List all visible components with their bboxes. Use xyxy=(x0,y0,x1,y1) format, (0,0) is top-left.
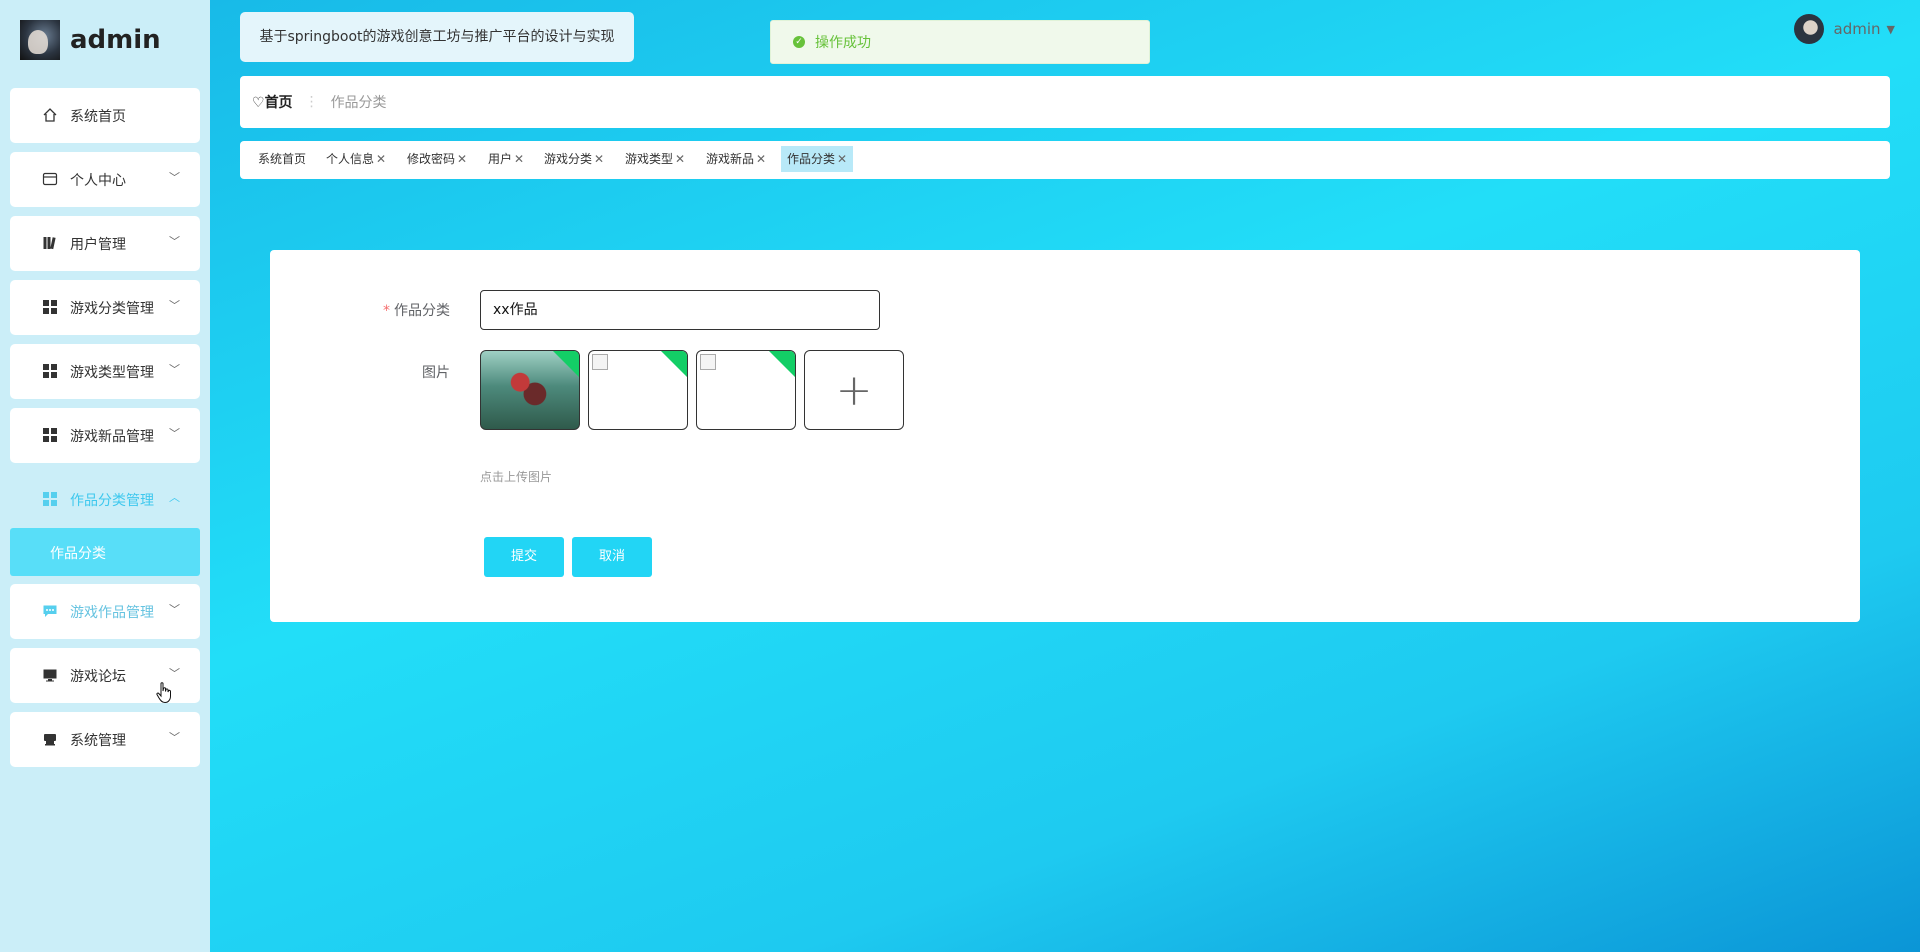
heart-icon: ♡ xyxy=(252,95,265,111)
submit-button[interactable]: 提交 xyxy=(484,537,564,577)
books-icon xyxy=(42,235,58,251)
uploaded-check-icon xyxy=(552,351,579,378)
app-title: 基于springboot的游戏创意工坊与推广平台的设计与实现 xyxy=(240,12,634,62)
hand-cursor-icon xyxy=(156,682,171,704)
sidebar-item-system-home[interactable]: 系统首页 xyxy=(10,88,200,143)
chat-icon xyxy=(42,603,58,619)
chevron-down-icon: ﹀ xyxy=(169,731,180,744)
avatar xyxy=(1793,14,1824,44)
sidebar-subitem-label: 作品分类 xyxy=(50,546,106,562)
tab-system-home[interactable]: 系统首页 xyxy=(252,146,312,172)
caret-down-icon: ▼ xyxy=(1886,22,1895,36)
tab-new-games[interactable]: 游戏新品 ✕ xyxy=(700,146,772,172)
breadcrumb-current: 作品分类 xyxy=(330,95,387,111)
sidebar-item-label: 游戏作品管理 xyxy=(70,605,154,621)
sidebar: admin 系统首页 个人中心 ﹀ 用户管理 ﹀ 游戏分类管理 ﹀ 游戏类型管理… xyxy=(0,0,210,952)
sidebar-item-label: 系统管理 xyxy=(70,733,126,749)
close-icon[interactable]: ✕ xyxy=(675,152,685,166)
card-icon xyxy=(42,171,58,187)
grid-icon xyxy=(42,491,58,507)
chevron-down-icon: ﹀ xyxy=(169,171,180,184)
sidebar-item-label: 用户管理 xyxy=(70,237,126,253)
breadcrumb: ♡首页 ⋮ 作品分类 xyxy=(240,76,1890,128)
close-icon[interactable]: ✕ xyxy=(594,152,604,166)
image-field-label: 图片 xyxy=(422,365,450,381)
grid-icon xyxy=(42,363,58,379)
upload-hint: 点击上传图片 xyxy=(480,470,553,484)
sidebar-item-work-category-management[interactable]: 作品分类管理 ︿ xyxy=(10,472,200,527)
sidebar-item-personal-center[interactable]: 个人中心 ﹀ xyxy=(10,152,200,207)
required-asterisk: * xyxy=(383,303,390,319)
user-name: admin xyxy=(1833,20,1881,38)
check-circle-icon: ✓ xyxy=(793,36,805,48)
toast-message: 操作成功 xyxy=(815,35,871,51)
close-icon[interactable]: ✕ xyxy=(837,152,847,166)
close-icon[interactable]: ✕ xyxy=(376,152,386,166)
sidebar-item-game-works-management[interactable]: 游戏作品管理 ﹀ xyxy=(10,584,200,639)
sidebar-item-system-management[interactable]: 系统管理 ﹀ xyxy=(10,712,200,767)
sidebar-item-label: 个人中心 xyxy=(70,173,126,189)
close-icon[interactable]: ✕ xyxy=(756,152,766,166)
avatar xyxy=(20,20,60,60)
plus-icon: + xyxy=(835,364,873,416)
tab-change-password[interactable]: 修改密码 ✕ xyxy=(401,146,473,172)
sidebar-item-label: 系统首页 xyxy=(70,109,126,125)
printer-icon xyxy=(42,731,58,747)
sidebar-item-game-category-management[interactable]: 游戏分类管理 ﹀ xyxy=(10,280,200,335)
uploaded-check-icon xyxy=(768,351,795,378)
sidebar-item-label: 作品分类管理 xyxy=(70,493,154,509)
chevron-down-icon: ﹀ xyxy=(169,667,180,680)
sidebar-item-label: 游戏新品管理 xyxy=(70,429,154,445)
sidebar-item-new-game-management[interactable]: 游戏新品管理 ﹀ xyxy=(10,408,200,463)
close-icon[interactable]: ✕ xyxy=(514,152,524,166)
close-icon[interactable]: ✕ xyxy=(457,152,467,166)
form-card: * 作品分类 xx作品 图片 + 点击上传图片 提交 取消 xyxy=(270,250,1860,622)
sidebar-item-label: 游戏论坛 xyxy=(70,669,126,685)
chevron-down-icon: ﹀ xyxy=(169,299,180,312)
sidebar-item-user-management[interactable]: 用户管理 ﹀ xyxy=(10,216,200,271)
uploaded-image-1[interactable] xyxy=(480,350,580,430)
brand: admin xyxy=(20,20,161,60)
home-icon xyxy=(42,107,58,123)
broken-image-icon xyxy=(700,354,716,370)
sidebar-item-label: 游戏分类管理 xyxy=(70,301,154,317)
breadcrumb-home[interactable]: ♡首页 xyxy=(252,92,293,112)
tab-bar: 系统首页 个人信息 ✕ 修改密码 ✕ 用户 ✕ 游戏分类 ✕ 游戏类型 ✕ 游戏新品 ✕ 作… xyxy=(240,141,1890,179)
tab-personal-info[interactable]: 个人信息 ✕ xyxy=(320,146,392,172)
broken-image-icon xyxy=(592,354,608,370)
cancel-button[interactable]: 取消 xyxy=(572,537,652,577)
sidebar-item-game-type-management[interactable]: 游戏类型管理 ﹀ xyxy=(10,344,200,399)
chevron-up-icon: ︿ xyxy=(169,491,180,504)
category-input[interactable]: xx作品 xyxy=(480,290,880,330)
tab-work-category[interactable]: 作品分类 ✕ xyxy=(781,146,854,172)
success-toast: ✓ 操作成功 xyxy=(770,20,1150,64)
tab-game-type[interactable]: 游戏类型 ✕ xyxy=(619,146,691,172)
monitor-icon xyxy=(42,667,58,683)
sidebar-subitem-work-category[interactable]: 作品分类 xyxy=(10,528,200,576)
uploaded-check-icon xyxy=(660,351,687,378)
tab-game-category[interactable]: 游戏分类 ✕ xyxy=(538,146,610,172)
grid-icon xyxy=(42,299,58,315)
category-field-label: * 作品分类 xyxy=(383,303,450,319)
breadcrumb-separator: ⋮ xyxy=(304,94,319,110)
chevron-down-icon: ﹀ xyxy=(169,427,180,440)
chevron-down-icon: ﹀ xyxy=(169,603,180,616)
chevron-down-icon: ﹀ xyxy=(169,235,180,248)
grid-icon xyxy=(42,427,58,443)
user-dropdown[interactable]: admin ▼ xyxy=(1793,14,1895,44)
upload-button[interactable]: + xyxy=(804,350,904,430)
brand-username: admin xyxy=(70,25,161,55)
tab-user[interactable]: 用户 ✕ xyxy=(482,146,530,172)
sidebar-item-label: 游戏类型管理 xyxy=(70,365,154,381)
uploaded-image-2[interactable] xyxy=(588,350,688,430)
uploaded-image-3[interactable] xyxy=(696,350,796,430)
chevron-down-icon: ﹀ xyxy=(169,363,180,376)
